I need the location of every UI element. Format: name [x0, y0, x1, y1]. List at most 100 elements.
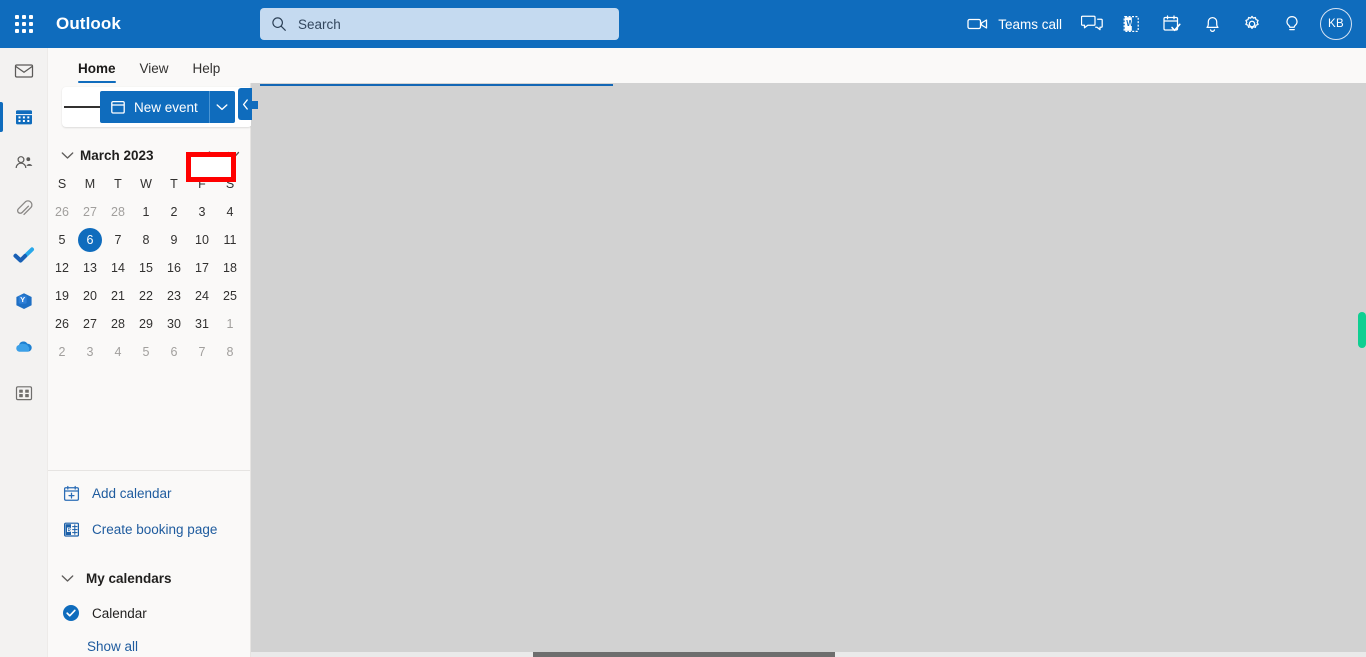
create-booking-page-link[interactable]: B Create booking page — [48, 511, 251, 547]
mini-calendar-day-3[interactable]: 3 — [188, 198, 216, 226]
mini-calendar-day-18[interactable]: 18 — [216, 254, 244, 282]
mini-calendar-day-6[interactable]: 6 — [160, 338, 188, 366]
mini-calendar-day-11[interactable]: 11 — [216, 226, 244, 254]
avatar[interactable]: KB — [1320, 8, 1352, 40]
rail-item-all-apps[interactable] — [0, 370, 48, 416]
mini-calendar-day-5[interactable]: 5 — [48, 226, 76, 254]
mini-calendar-day-4[interactable]: 4 — [216, 198, 244, 226]
mini-calendar-day-label: 30 — [167, 317, 181, 331]
mini-calendar-day-16[interactable]: 16 — [160, 254, 188, 282]
mini-calendar-day-label: 8 — [226, 345, 234, 359]
mini-calendar-day-22[interactable]: 22 — [132, 282, 160, 310]
search-box[interactable]: Search — [260, 8, 619, 40]
mini-calendar-day-23[interactable]: 23 — [160, 282, 188, 310]
mini-calendar-day-9[interactable]: 9 — [160, 226, 188, 254]
mini-calendar-day-10[interactable]: 10 — [188, 226, 216, 254]
mini-calendar-day-5[interactable]: 5 — [132, 338, 160, 366]
mini-calendar-day-label: 18 — [223, 261, 237, 275]
mini-calendar-week-0: 26 27 28 1 2 3 4 — [0, 198, 233, 226]
teams-call-button[interactable]: Teams call — [957, 0, 1072, 48]
tab-help[interactable]: Help — [181, 61, 233, 83]
mini-calendar-day-12[interactable]: 12 — [48, 254, 76, 282]
mini-calendar-day-6[interactable]: 6 — [76, 226, 105, 255]
app-launcher-icon[interactable] — [0, 0, 48, 48]
mini-calendar-day-2[interactable]: 2 — [160, 198, 188, 226]
mini-calendar-header: March 2023 — [48, 140, 251, 170]
mini-calendar-day-7[interactable]: 7 — [104, 226, 132, 254]
video-camera-icon — [967, 18, 988, 30]
collapse-sidebar-button-stub[interactable] — [252, 101, 258, 109]
vertical-scrollbar[interactable] — [1358, 312, 1366, 348]
mini-calendar-next-month-button[interactable] — [221, 142, 245, 168]
calendar-item-label: Calendar — [92, 605, 147, 621]
mini-calendar-day-8[interactable]: 8 — [216, 338, 244, 366]
mini-calendar-day-17[interactable]: 17 — [188, 254, 216, 282]
mini-calendar-title[interactable]: March 2023 — [80, 148, 197, 163]
rail-item-mail[interactable] — [0, 48, 48, 94]
checked-circle-icon[interactable] — [62, 604, 80, 622]
mini-calendar-dow-4: T — [170, 177, 178, 191]
my-calendars-group-header[interactable]: My calendars — [48, 561, 251, 595]
mini-calendar-day-label: 9 — [170, 233, 178, 247]
apps-grid-icon — [15, 386, 33, 401]
mini-calendar-day-label: 1 — [226, 317, 234, 331]
mini-calendar-day-13[interactable]: 13 — [76, 254, 104, 282]
rail-item-calendar[interactable] — [0, 94, 48, 140]
search-input[interactable]: Search — [298, 17, 341, 32]
mini-calendar-day-3[interactable]: 3 — [76, 338, 104, 366]
mini-calendar-day-24[interactable]: 24 — [188, 282, 216, 310]
mini-calendar-day-7[interactable]: 7 — [188, 338, 216, 366]
mini-calendar-day-1[interactable]: 1 — [132, 198, 160, 226]
mini-calendar-day-label: 21 — [111, 289, 125, 303]
mini-calendar-day-27[interactable]: 27 — [76, 310, 104, 338]
mini-calendar-day-28[interactable]: 28 — [104, 198, 132, 226]
add-calendar-link[interactable]: Add calendar — [48, 475, 251, 511]
mini-calendar-day-26[interactable]: 26 — [48, 198, 76, 226]
show-all-link[interactable]: Show all — [48, 631, 251, 657]
calendar-list-item[interactable]: Calendar — [48, 595, 251, 631]
hamburger-menu-icon[interactable] — [64, 90, 100, 124]
sidebar-links: Add calendar B Create booking page — [48, 475, 251, 547]
new-event-dropdown-button[interactable] — [208, 91, 235, 123]
mini-calendar-day-20[interactable]: 20 — [76, 282, 104, 310]
calendar-view-top-accent — [260, 84, 613, 86]
tab-view[interactable]: View — [128, 61, 181, 83]
mini-calendar-day-27[interactable]: 27 — [76, 198, 104, 226]
app-brand-outlook[interactable]: Outlook — [56, 14, 121, 34]
mini-calendar-day-label: 26 — [55, 205, 69, 219]
mini-calendar-day-8[interactable]: 8 — [132, 226, 160, 254]
mini-calendar-week-5: 2 3 4 5 6 7 8 — [0, 338, 234, 366]
tasks-calendar-icon[interactable] — [1152, 0, 1192, 48]
mini-calendar-day-2[interactable]: 2 — [48, 338, 76, 366]
mini-calendar-day-19[interactable]: 19 — [48, 282, 76, 310]
mini-calendar-collapse-icon[interactable] — [56, 143, 78, 167]
mini-calendar-day-4[interactable]: 4 — [104, 338, 132, 366]
mini-calendar-day-15[interactable]: 15 — [132, 254, 160, 282]
collapse-sidebar-button[interactable] — [238, 88, 252, 120]
chat-icon[interactable] — [1072, 0, 1112, 48]
new-event-button[interactable]: New event — [100, 91, 209, 123]
outlook-calendar-app: Outlook Search Teams call W KB Y Home Vi… — [0, 0, 1366, 657]
mini-calendar-day-14[interactable]: 14 — [104, 254, 132, 282]
office-apps-icon[interactable]: W — [1112, 0, 1152, 48]
mini-calendar-day-29[interactable]: 29 — [132, 310, 160, 338]
mini-calendar-day-label: 13 — [83, 261, 97, 275]
create-booking-page-label: Create booking page — [92, 521, 218, 537]
mini-calendar-day-26[interactable]: 26 — [48, 310, 76, 338]
notifications-bell-icon[interactable] — [1192, 0, 1232, 48]
mini-calendar-day-21[interactable]: 21 — [104, 282, 132, 310]
horizontal-scrollbar[interactable] — [533, 652, 835, 657]
mini-calendar-prev-month-button[interactable] — [197, 142, 221, 168]
mini-calendar-day-25[interactable]: 25 — [216, 282, 244, 310]
mini-calendar-dow-5: F — [198, 177, 206, 191]
settings-gear-icon[interactable] — [1232, 0, 1272, 48]
mini-calendar-day-label: 16 — [167, 261, 181, 275]
mini-calendar-day-28[interactable]: 28 — [104, 310, 132, 338]
mini-calendar-dow-0: S — [57, 177, 67, 191]
mini-calendar-day-1[interactable]: 1 — [216, 310, 244, 338]
tips-lightbulb-icon[interactable] — [1272, 0, 1312, 48]
mini-calendar-day-label: 29 — [139, 317, 153, 331]
tab-home[interactable]: Home — [66, 61, 128, 83]
mini-calendar-day-30[interactable]: 30 — [160, 310, 188, 338]
mini-calendar-day-31[interactable]: 31 — [188, 310, 216, 338]
